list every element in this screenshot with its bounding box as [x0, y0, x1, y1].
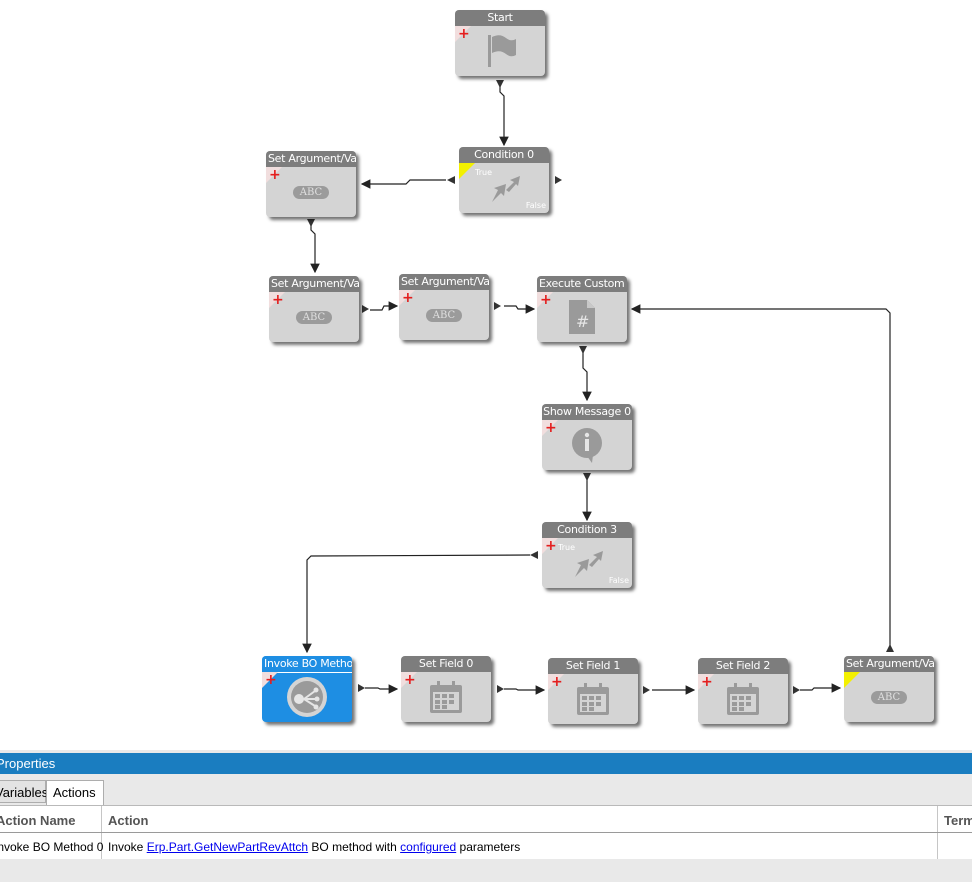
- node-title: Set Argument/Vari: [399, 274, 489, 290]
- action-middle: BO method with: [308, 840, 401, 854]
- connector: [630, 304, 891, 652]
- calendar-icon: [548, 676, 638, 722]
- abc-icon-text: ABC: [295, 310, 333, 324]
- cell-action[interactable]: Invoke Erp.Part.GetNewPartRevAttch BO me…: [108, 835, 520, 859]
- node-start[interactable]: Start +: [455, 10, 545, 76]
- node-title: Set Field 0: [401, 656, 491, 672]
- code-file-icon: #: [537, 294, 627, 340]
- node-set-field-0[interactable]: Set Field 0 +: [401, 656, 491, 722]
- port-markers: [307, 80, 894, 694]
- node-title: Execute Custom Co: [537, 276, 627, 292]
- connector: [504, 304, 536, 314]
- tab-actions[interactable]: Actions: [46, 780, 104, 805]
- node-condition-0[interactable]: Condition 0 True False: [459, 147, 549, 213]
- column-header-action-name[interactable]: Action Name: [0, 808, 75, 833]
- node-set-argument-b[interactable]: Set Argument/Vari + ABC: [269, 276, 359, 342]
- node-set-argument-d[interactable]: Set Argument/Vari ABC: [844, 656, 934, 722]
- bo-method-link[interactable]: Erp.Part.GetNewPartRevAttch: [147, 840, 308, 854]
- node-set-argument-a[interactable]: Set Argument/Vari + ABC: [266, 151, 356, 217]
- node-title: Start: [455, 10, 545, 26]
- condition-icon: [542, 540, 632, 586]
- node-set-field-1[interactable]: Set Field 1 +: [548, 658, 638, 724]
- node-title: Condition 3: [542, 522, 632, 538]
- abc-icon: ABC: [844, 674, 934, 720]
- flag-icon: [455, 28, 545, 74]
- workflow-canvas[interactable]: Start + Condition 0 True False Set Argum…: [0, 0, 972, 750]
- node-title: Condition 0: [459, 147, 549, 163]
- abc-icon: ABC: [266, 169, 356, 215]
- calendar-icon: [401, 674, 491, 720]
- cell-action-name[interactable]: Invoke BO Method 0: [0, 835, 103, 859]
- svg-text:#: #: [576, 312, 589, 331]
- connector: [800, 683, 842, 693]
- properties-title: Properties: [0, 756, 56, 771]
- node-title: Invoke BO Method: [262, 656, 352, 673]
- configured-link[interactable]: configured: [400, 840, 456, 854]
- condition-icon: [459, 165, 549, 211]
- calendar-icon: [698, 676, 788, 722]
- abc-icon-text: ABC: [292, 185, 330, 199]
- column-header-action[interactable]: Action: [108, 808, 148, 833]
- node-execute-custom-code[interactable]: Execute Custom Co + #: [537, 276, 627, 342]
- column-header-term[interactable]: Term: [944, 808, 972, 833]
- properties-panel: Properties Variables Actions Action Name…: [0, 750, 972, 882]
- node-show-message-0[interactable]: Show Message 0 +: [542, 404, 632, 470]
- action-prefix: Invoke: [108, 840, 147, 854]
- connector: [360, 179, 446, 189]
- properties-header: Properties: [0, 753, 972, 774]
- abc-icon-text: ABC: [870, 690, 908, 704]
- info-bubble-icon: [542, 422, 632, 468]
- connector: [499, 80, 509, 147]
- tab-variables[interactable]: Variables: [0, 780, 48, 803]
- connectors-layer: [302, 80, 894, 695]
- node-condition-3[interactable]: Condition 3 + True False: [542, 522, 632, 588]
- node-title: Set Field 1: [548, 658, 638, 674]
- node-set-argument-c[interactable]: Set Argument/Vari + ABC: [399, 274, 489, 340]
- node-title: Set Argument/Vari: [266, 151, 356, 167]
- connector: [302, 554, 531, 654]
- node-invoke-bo-method[interactable]: Invoke BO Method +: [262, 656, 352, 722]
- bo-method-icon: [262, 674, 352, 720]
- node-title: Set Field 2: [698, 658, 788, 674]
- connector: [582, 352, 592, 402]
- abc-icon-text: ABC: [425, 308, 463, 322]
- connector: [310, 219, 320, 274]
- node-title: Set Argument/Vari: [269, 276, 359, 292]
- abc-icon: ABC: [399, 292, 489, 338]
- node-set-field-2[interactable]: Set Field 2 +: [698, 658, 788, 724]
- connector: [365, 684, 399, 694]
- action-suffix: parameters: [456, 840, 521, 854]
- node-title: Set Argument/Vari: [844, 656, 934, 672]
- node-title: Show Message 0: [542, 404, 632, 420]
- actions-grid: Action Name Action Term Invoke BO Method…: [0, 805, 972, 859]
- connector: [370, 301, 399, 311]
- abc-icon: ABC: [269, 294, 359, 340]
- connector: [504, 685, 546, 695]
